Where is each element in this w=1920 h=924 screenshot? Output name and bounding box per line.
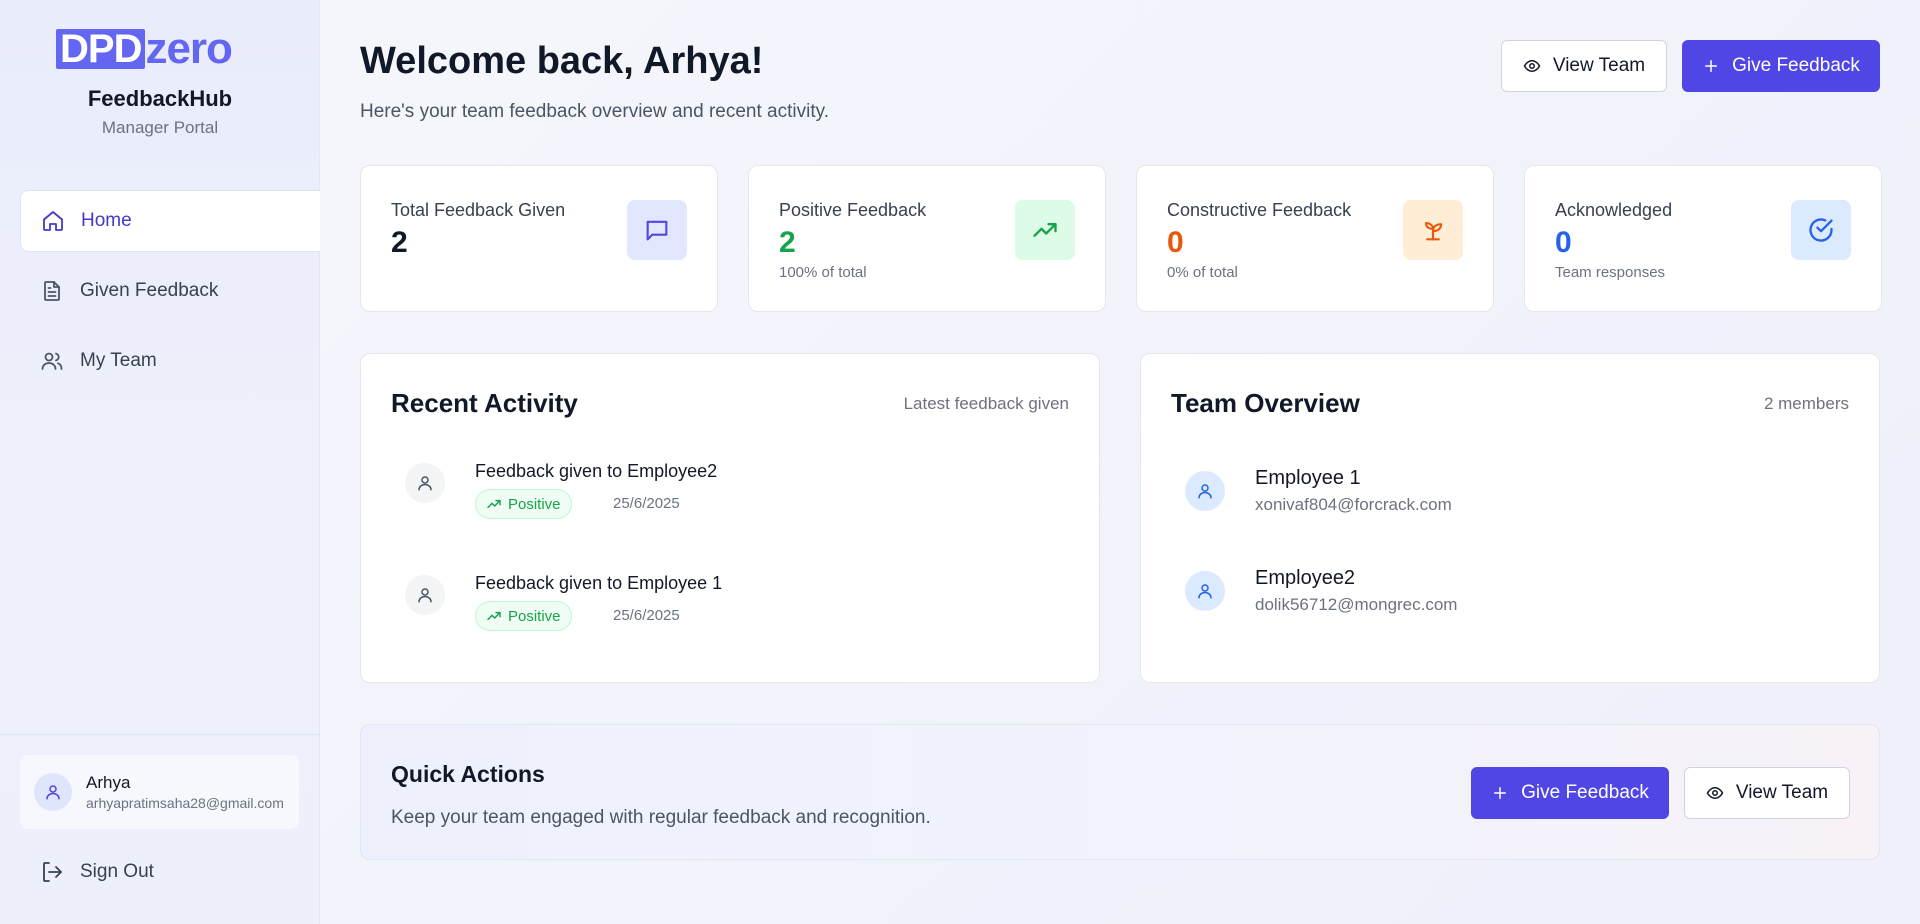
logo-box-text: DPD	[56, 29, 146, 69]
user-icon	[1198, 584, 1212, 599]
sidebar-item-label: My Team	[80, 350, 157, 371]
stat-sub: 0% of total	[1167, 264, 1238, 281]
page-subtitle: Here's your team feedback overview and r…	[360, 101, 829, 122]
sidebar-nav: Home Given Feedback My Team	[20, 190, 320, 400]
activity-title: Feedback given to Employee 1	[475, 573, 723, 593]
avatar	[1185, 571, 1225, 611]
stat-value: 2	[391, 226, 408, 259]
plus-icon	[1705, 60, 1718, 72]
user-icon	[1198, 484, 1212, 499]
logo-rest-text: zero	[145, 24, 232, 73]
sign-out-button[interactable]: Sign Out	[40, 860, 154, 884]
check-circle-icon	[1809, 218, 1833, 242]
badge-label: Positive	[508, 607, 561, 625]
avatar	[405, 463, 445, 503]
company-logo: DPD zero	[56, 24, 233, 73]
member-email: xonivaf804@forcrack.com	[1255, 495, 1452, 514]
give-feedback-label: Give Feedback	[1732, 55, 1860, 76]
sidebar-item-label: Home	[81, 210, 132, 231]
trending-up-icon	[1033, 223, 1057, 237]
stat-label: Total Feedback Given	[391, 200, 566, 220]
stat-icon-box	[1015, 200, 1075, 260]
give-feedback-button[interactable]: Give Feedback	[1682, 40, 1880, 92]
activity-date: 25/6/2025	[613, 495, 680, 512]
panel-title: Team Overview	[1171, 388, 1360, 418]
member-name: Employee2	[1255, 567, 1356, 589]
sidebar-item-my-team[interactable]: My Team	[20, 330, 320, 392]
status-badge: Positive	[475, 489, 572, 519]
sidebar-item-home[interactable]: Home	[20, 190, 320, 252]
quick-actions-title: Quick Actions	[391, 761, 545, 787]
user-icon	[418, 476, 432, 491]
stat-icon-box	[1403, 200, 1463, 260]
member-email: dolik56712@mongrec.com	[1255, 595, 1458, 614]
plus-icon	[1494, 787, 1507, 799]
home-icon	[43, 211, 63, 231]
sign-out-label: Sign Out	[80, 861, 154, 882]
quick-view-team-button[interactable]: View Team	[1684, 767, 1850, 819]
activity-title: Feedback given to Employee2	[475, 461, 718, 481]
stat-sub: 100% of total	[779, 264, 867, 281]
trending-up-icon	[487, 499, 501, 509]
eye-icon	[1706, 787, 1724, 799]
stat-card-total-feedback: Total Feedback Given 2	[360, 165, 718, 312]
avatar	[405, 575, 445, 615]
sidebar-item-given-feedback[interactable]: Given Feedback	[20, 260, 320, 322]
view-team-label: View Team	[1735, 782, 1829, 803]
document-icon	[44, 281, 60, 301]
give-feedback-label: Give Feedback	[1521, 782, 1649, 803]
panel-title: Recent Activity	[391, 388, 578, 418]
stat-sub: Team responses	[1555, 264, 1666, 281]
logout-icon	[43, 862, 62, 882]
user-icon	[418, 588, 432, 603]
trending-up-icon	[487, 611, 501, 621]
stat-value: 0	[1167, 226, 1184, 259]
user-profile-card[interactable]: Arhya arhyapratimsaha28@gmail.com	[20, 755, 299, 829]
stat-label: Acknowledged	[1555, 200, 1673, 220]
member-name: Employee 1	[1255, 467, 1361, 489]
stat-label: Positive Feedback	[779, 200, 927, 220]
panel-meta: 2 members	[1763, 394, 1849, 413]
main-content: Welcome back, Arhya! Here's your team fe…	[360, 0, 1882, 924]
stat-icon-box	[627, 200, 687, 260]
recent-activity-panel: Recent Activity Latest feedback given Fe…	[360, 353, 1100, 683]
app-name: FeedbackHub	[87, 86, 233, 111]
sidebar-item-label: Given Feedback	[80, 280, 219, 301]
avatar	[34, 773, 72, 811]
users-icon	[41, 352, 63, 370]
user-email: arhyapratimsaha28@gmail.com	[86, 795, 284, 811]
sprout-icon	[1424, 221, 1443, 241]
stat-label: Constructive Feedback	[1167, 200, 1352, 220]
sidebar: DPD zero FeedbackHub Manager Portal Home…	[0, 0, 320, 924]
badge-label: Positive	[508, 495, 561, 513]
stat-value: 2	[779, 226, 796, 259]
stat-value: 0	[1555, 226, 1572, 259]
view-team-label: View Team	[1552, 55, 1646, 76]
quick-give-feedback-button[interactable]: Give Feedback	[1471, 767, 1669, 819]
sidebar-divider	[0, 734, 320, 735]
activity-date: 25/6/2025	[613, 607, 680, 624]
eye-icon	[1523, 60, 1541, 72]
stat-card-constructive-feedback: Constructive Feedback 0 0% of total	[1136, 165, 1494, 312]
panel-meta: Latest feedback given	[903, 394, 1069, 413]
page-title: Welcome back, Arhya!	[360, 40, 764, 82]
quick-actions-panel: Quick Actions Keep your team engaged wit…	[360, 724, 1880, 860]
team-overview-panel: Team Overview 2 members Employee 1 xoniv…	[1140, 353, 1880, 683]
quick-actions-subtitle: Keep your team engaged with regular feed…	[391, 807, 931, 828]
app-subtitle: Manager Portal	[101, 118, 219, 137]
view-team-button[interactable]: View Team	[1501, 40, 1667, 92]
user-name: Arhya	[86, 773, 131, 792]
stat-card-positive-feedback: Positive Feedback 2 100% of total	[748, 165, 1106, 312]
stat-card-acknowledged: Acknowledged 0 Team responses	[1524, 165, 1882, 312]
status-badge: Positive	[475, 601, 572, 631]
avatar	[1185, 471, 1225, 511]
stat-icon-box	[1791, 200, 1851, 260]
message-icon	[646, 220, 668, 241]
user-icon	[46, 785, 60, 800]
